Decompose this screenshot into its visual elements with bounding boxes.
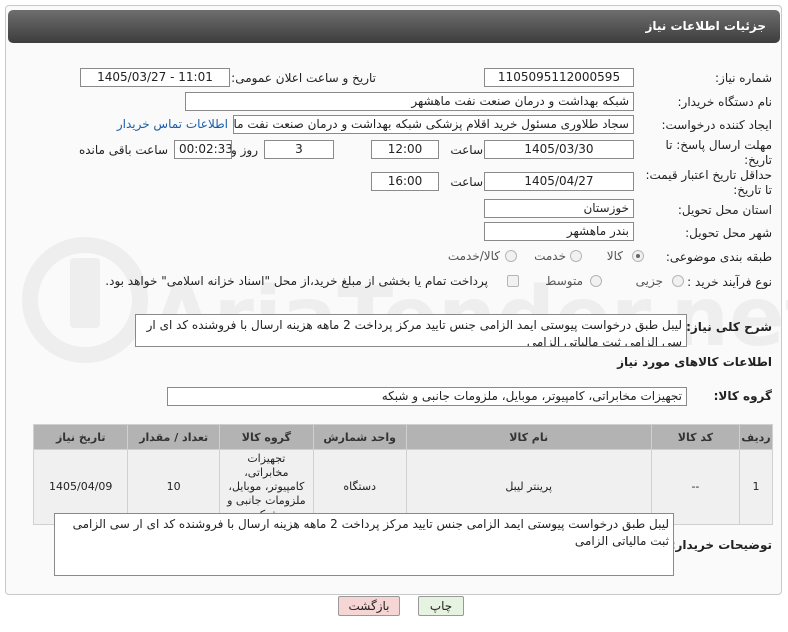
purchase-medium-radio[interactable]	[590, 275, 602, 287]
col-qty-header: تعداد / مقدار	[127, 424, 220, 450]
city-field[interactable]: بندر ماهشهر	[484, 222, 634, 241]
deadline-label-line2: تاریخ:	[744, 153, 772, 167]
purchase-medium-label: متوسط	[545, 274, 583, 288]
treasury-payment-note: پرداخت تمام یا بخشی از مبلغ خرید،از محل …	[105, 274, 488, 288]
goods-group-label: گروه کالا:	[713, 389, 772, 403]
cell-row: 1	[739, 449, 773, 525]
category-goods-service-label: کالا/خدمت	[447, 249, 500, 263]
back-button[interactable]: بازگشت	[338, 596, 400, 616]
purchase-minor-radio[interactable]	[672, 275, 684, 287]
category-label: طبقه بندی موضوعی:	[665, 250, 772, 264]
validity-label-line2: تا تاریخ:	[733, 183, 772, 197]
creator-label: ایجاد کننده درخواست:	[661, 118, 772, 132]
col-name-header: نام کالا	[405, 424, 652, 450]
deadline-time-label: ساعت	[450, 143, 483, 157]
purchase-type-label: نوع فرآیند خرید :	[687, 275, 772, 289]
validity-time-field[interactable]: 16:00	[371, 172, 439, 191]
province-label: استان محل تحویل:	[677, 203, 772, 217]
need-number-field[interactable]: 1105095112000595	[484, 68, 634, 87]
category-goods-service-radio[interactable]	[505, 250, 517, 262]
description-field[interactable]: لیبل طبق درخواست پیوستی ایمد الزامی جنس …	[135, 314, 687, 347]
announce-label: تاریخ و ساعت اعلان عمومی:	[231, 71, 376, 85]
description-label: شرح کلی نیاز:	[686, 320, 772, 334]
creator-field[interactable]: سجاد طلاوری مسئول خرید اقلام پزشکی شبکه …	[233, 115, 634, 134]
page-header: جزئیات اطلاعات نیاز	[8, 10, 780, 43]
validity-date-field[interactable]: 1405/04/27	[484, 172, 634, 191]
goods-info-title: اطلاعات کالاهای مورد نیاز	[617, 355, 772, 369]
col-row-header: ردیف	[739, 424, 773, 450]
col-unit-header: واحد شمارش	[312, 424, 407, 450]
col-code-header: کد کالا	[650, 424, 741, 450]
city-label: شهر محل تحویل:	[685, 226, 772, 240]
col-group-header: گروه کالا	[218, 424, 314, 450]
goods-table-header: ردیف کد کالا نام کالا واحد شمارش گروه کا…	[32, 424, 773, 450]
buyer-notes-field[interactable]: لیبل طبق درخواست پیوستی ایمد الزامی جنس …	[54, 513, 674, 576]
category-service-radio[interactable]	[570, 250, 582, 262]
validity-label-line1: حداقل تاریخ اعتبار قیمت:	[645, 168, 772, 182]
days-remaining-field[interactable]: 3	[264, 140, 334, 159]
category-goods-label: کالا	[606, 249, 623, 263]
province-field[interactable]: خوزستان	[484, 199, 634, 218]
page-title: جزئیات اطلاعات نیاز	[645, 19, 766, 33]
treasury-payment-checkbox[interactable]	[507, 275, 519, 287]
goods-group-field[interactable]: تجهیزات مخابراتی، کامپیوتر، موبایل، ملزو…	[167, 387, 687, 406]
deadline-date-field[interactable]: 1405/03/30	[484, 140, 634, 159]
time-remaining-field[interactable]: 00:02:33	[174, 140, 232, 159]
buyer-org-label: نام دستگاه خریدار:	[677, 95, 773, 109]
category-goods-radio[interactable]	[632, 250, 644, 262]
need-number-label: شماره نیاز:	[715, 71, 772, 85]
buyer-contact-link[interactable]: اطلاعات تماس خریدار	[117, 117, 228, 131]
deadline-label-line1: مهلت ارسال پاسخ: تا	[665, 138, 772, 152]
buyer-org-field[interactable]: شبکه بهداشت و درمان صنعت نفت ماهشهر	[185, 92, 634, 111]
deadline-time-field[interactable]: 12:00	[371, 140, 439, 159]
announce-datetime-field[interactable]: 1405/03/27 - 11:01	[80, 68, 230, 87]
category-service-label: خدمت	[534, 249, 566, 263]
days-label: روز و	[231, 143, 258, 157]
validity-time-label: ساعت	[450, 175, 483, 189]
time-remaining-label: ساعت باقی مانده	[78, 143, 168, 157]
buyer-notes-label: توضیحات خریدار:	[670, 538, 772, 552]
print-button[interactable]: چاپ	[418, 596, 464, 616]
purchase-minor-label: جزیی	[635, 274, 663, 288]
col-date-header: تاریخ نیاز	[32, 424, 129, 450]
goods-table: ردیف کد کالا نام کالا واحد شمارش گروه کا…	[32, 424, 773, 525]
